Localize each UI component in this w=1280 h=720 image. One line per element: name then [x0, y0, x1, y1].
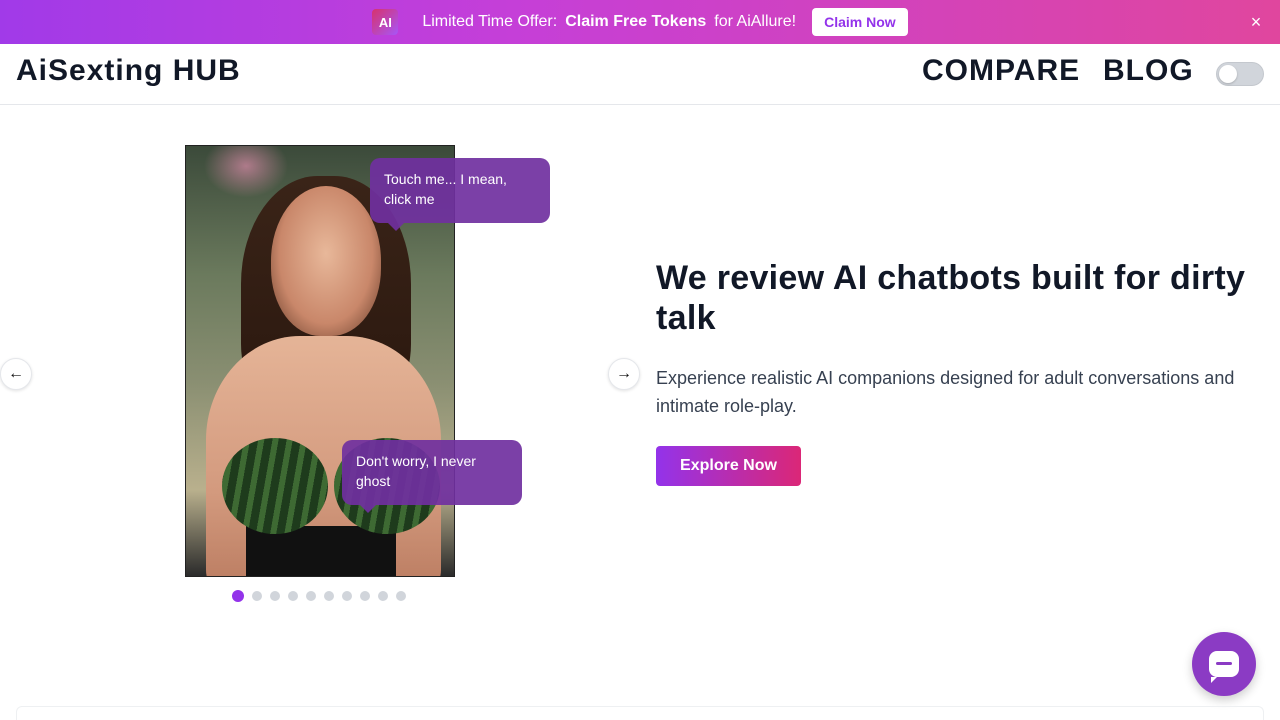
carousel-dot[interactable]	[288, 591, 298, 601]
hero-title: We review AI chatbots built for dirty ta…	[656, 259, 1246, 337]
carousel-dot[interactable]	[396, 591, 406, 601]
explore-now-button[interactable]: Explore Now	[656, 446, 801, 486]
carousel-dot[interactable]	[232, 590, 244, 602]
carousel-dot[interactable]	[378, 591, 388, 601]
nav-compare[interactable]: COMPARE	[922, 54, 1080, 88]
arrow-right-icon: →	[616, 365, 632, 382]
theme-toggle[interactable]	[1216, 62, 1264, 86]
slide-figure-head	[271, 186, 381, 336]
promo-lead-text: Limited Time Offer:	[422, 13, 558, 30]
chat-bubble-bottom: Don't worry, I never ghost	[342, 440, 522, 513]
hero-description: Experience realistic AI companions desig…	[656, 368, 1235, 416]
close-icon[interactable]: ×	[1246, 12, 1266, 32]
promo-logo-icon: AI	[372, 9, 399, 35]
carousel-dot[interactable]	[270, 591, 280, 601]
carousel-next-button[interactable]: →	[608, 358, 640, 390]
promo-tail-text: for AiAllure!	[714, 13, 797, 30]
carousel-dot[interactable]	[252, 591, 262, 601]
watermelon-left	[222, 438, 328, 534]
chat-bubble-top: Touch me... I mean, click me	[370, 158, 550, 231]
toggle-knob	[1219, 65, 1237, 83]
site-header: AiSexting HUB COMPARE BLOG	[0, 44, 1280, 105]
claim-now-button[interactable]: Claim Now	[812, 8, 908, 36]
carousel-dot[interactable]	[342, 591, 352, 601]
carousel-dot[interactable]	[324, 591, 334, 601]
promo-banner: AI Limited Time Offer: Claim Free Tokens…	[0, 0, 1280, 44]
carousel-dot[interactable]	[306, 591, 316, 601]
content-card-edge	[16, 706, 1264, 720]
carousel-dots	[232, 590, 406, 602]
chat-widget-button[interactable]	[1192, 632, 1256, 696]
carousel-prev-button[interactable]: ←	[0, 358, 32, 390]
site-logo[interactable]: AiSexting HUB	[16, 54, 241, 88]
nav-blog[interactable]: BLOG	[1103, 54, 1194, 88]
chat-bubble-icon	[1209, 651, 1239, 683]
arrow-left-icon: ←	[8, 365, 24, 382]
carousel-dot[interactable]	[360, 591, 370, 601]
promo-offer-text: Claim Free Tokens	[565, 13, 707, 30]
